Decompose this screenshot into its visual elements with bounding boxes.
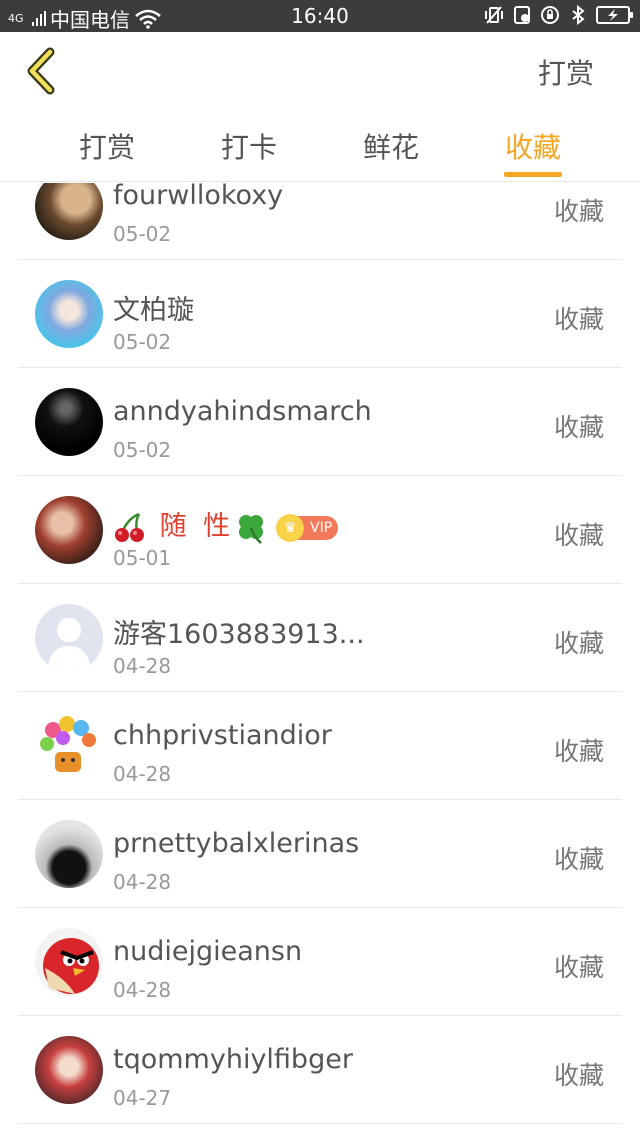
favorite-action[interactable]: 收藏	[554, 840, 604, 876]
list-item[interactable]: 随 性 ♛ VIP 05-01 收藏	[18, 476, 622, 584]
favorite-action[interactable]: 收藏	[554, 516, 604, 552]
list-item[interactable]: fourwllokoxy 05-02 收藏	[18, 183, 622, 260]
user-name: 文柏璇	[113, 295, 194, 326]
avatar	[35, 1036, 103, 1104]
list-item[interactable]: chhprivstiandior 04-28 收藏	[18, 692, 622, 800]
favorite-action[interactable]: 收藏	[554, 732, 604, 768]
favorite-action[interactable]: 收藏	[554, 192, 604, 228]
vip-badge: ♛ VIP	[276, 513, 339, 542]
avatar	[35, 820, 103, 888]
favorite-action[interactable]: 收藏	[554, 300, 604, 336]
avatar	[35, 280, 103, 348]
tab-flowers[interactable]: 鲜花	[351, 126, 431, 166]
favorite-date: 04-28	[113, 978, 172, 1002]
active-tab-indicator	[504, 172, 562, 177]
chevron-left-icon	[27, 47, 55, 95]
user-name: chhprivstiandior	[113, 720, 332, 751]
favorite-date: 05-02	[113, 438, 172, 462]
avatar	[35, 712, 103, 780]
avatar	[35, 604, 103, 672]
crown-icon: ♛	[276, 513, 305, 542]
user-name: prnettybalxlerinas	[113, 828, 360, 859]
list-item[interactable]: nudiejgieansn 04-28 收藏	[18, 908, 622, 1016]
charging-icon	[608, 9, 618, 21]
vibrate-icon	[485, 6, 503, 24]
user-name: fourwllokoxy	[113, 183, 284, 211]
list-item[interactable]: anndyahindsmarch 05-02 收藏	[18, 368, 622, 476]
favorite-date: 04-28	[113, 762, 172, 786]
vip-label: VIP	[310, 519, 333, 536]
favorite-action[interactable]: 收藏	[554, 624, 604, 660]
user-name: tqommyhiylfibger	[113, 1044, 353, 1075]
angry-bird-icon	[43, 938, 99, 994]
user-name: nudiejgieansn	[113, 936, 303, 967]
default-avatar-icon	[47, 618, 91, 672]
user-name: 游客1603883913...	[113, 619, 365, 650]
tab-favorites[interactable]: 收藏	[493, 126, 573, 166]
avatar	[35, 388, 103, 456]
favorite-date: 04-27	[113, 1086, 172, 1110]
favorite-date: 04-28	[113, 870, 172, 894]
avatar	[35, 928, 103, 996]
favorites-list: fourwllokoxy 05-02 收藏 文柏璇 05-02 收藏 anndy…	[0, 183, 640, 1138]
favorite-action[interactable]: 收藏	[554, 1056, 604, 1092]
tab-reward[interactable]: 打赏	[67, 126, 147, 166]
user-name: 随 性 ♛ VIP	[113, 504, 339, 545]
favorite-action[interactable]: 收藏	[554, 948, 604, 984]
favorite-date: 05-02	[113, 330, 172, 354]
sim-icon	[514, 6, 530, 24]
avatar	[35, 183, 103, 240]
battery-icon	[596, 6, 633, 24]
user-name-text: 随 性	[159, 511, 235, 542]
favorite-date: 05-02	[113, 222, 172, 246]
back-button[interactable]	[22, 46, 62, 96]
list-item[interactable]: tqommyhiylfibger 04-27 收藏	[18, 1016, 622, 1124]
bluetooth-icon	[572, 5, 585, 25]
list-item[interactable]: 文柏璇 05-02 收藏	[18, 260, 622, 368]
favorite-action[interactable]: 收藏	[554, 408, 604, 444]
clover-icon	[239, 514, 264, 544]
status-bar: 4G 中国电信 16:40	[0, 0, 640, 32]
balloons-icon	[40, 716, 96, 772]
status-icons	[484, 5, 633, 25]
rotation-lock-icon	[541, 6, 559, 24]
app-header: 打赏	[0, 32, 640, 112]
tab-bar: 打赏 打卡 鲜花 收藏	[0, 112, 640, 182]
user-name: anndyahindsmarch	[113, 396, 372, 427]
cherry-icon	[115, 512, 144, 542]
list-item[interactable]: prnettybalxlerinas 04-28 收藏	[18, 800, 622, 908]
favorite-date: 05-01	[113, 546, 172, 570]
reward-button[interactable]: 打赏	[538, 52, 594, 92]
avatar	[35, 496, 103, 564]
tab-checkin[interactable]: 打卡	[209, 126, 289, 166]
favorite-date: 04-28	[113, 654, 172, 678]
list-item[interactable]: 游客1603883913... 04-28 收藏	[18, 584, 622, 692]
